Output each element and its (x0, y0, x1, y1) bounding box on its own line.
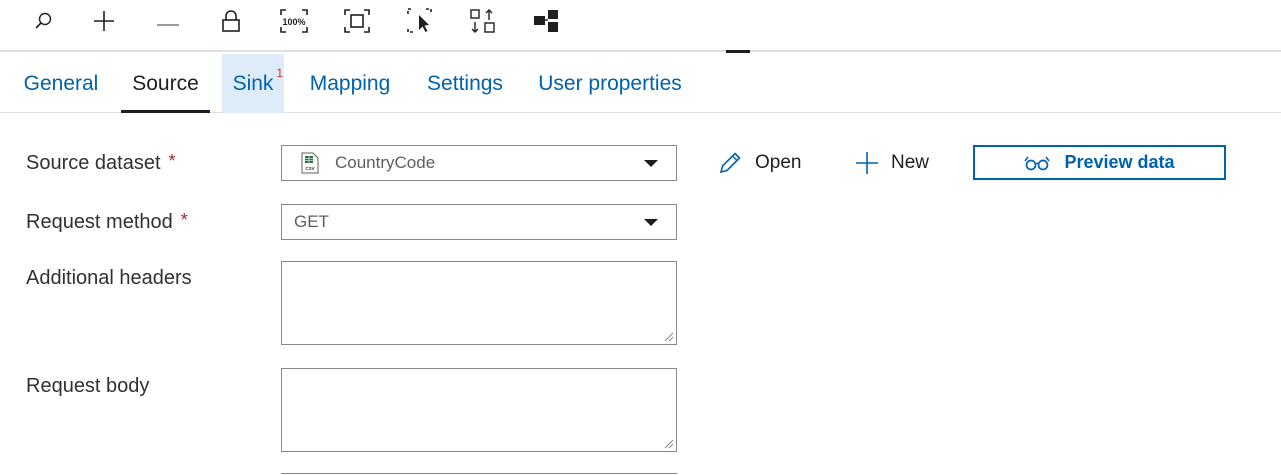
preview-data-label: Preview data (1064, 152, 1175, 172)
additional-headers-textarea[interactable] (281, 261, 677, 345)
panel-resize-handle[interactable] (726, 50, 750, 53)
tab-sink[interactable]: Sink 1 (222, 54, 284, 113)
tab-general-label: General (23, 71, 99, 95)
request-body-label: Request body (26, 375, 149, 398)
tab-sink-label: Sink (232, 71, 274, 95)
fit-to-window-icon[interactable] (342, 6, 372, 36)
request-method-value: GET (294, 212, 329, 231)
additional-headers-label: Additional headers (26, 267, 192, 290)
chevron-down-icon (644, 160, 658, 167)
error-count-badge: 1 (276, 66, 283, 80)
request-body-label-text: Request body (26, 375, 150, 397)
properties-tab-bar: General Source Sink 1 Mapping Settings U… (0, 54, 1281, 113)
lock-icon[interactable] (216, 6, 246, 36)
additional-headers-label-text: Additional headers (26, 267, 192, 289)
tab-mapping-label: Mapping (309, 71, 391, 95)
tab-general[interactable]: General (17, 54, 105, 113)
source-dataset-value: CountryCode (335, 153, 436, 172)
canvas-toolbar: 100% (0, 0, 1281, 52)
chevron-down-icon (644, 219, 658, 226)
layout-icon[interactable] (531, 6, 561, 36)
source-dataset-dropdown[interactable]: CSV CountryCode (281, 145, 677, 181)
source-dataset-label: Source dataset * (26, 151, 176, 175)
source-dataset-label-text: Source dataset (26, 152, 161, 174)
tab-user-properties[interactable]: User properties (530, 54, 690, 113)
search-icon[interactable] (28, 6, 58, 36)
preview-data-button[interactable]: Preview data (973, 145, 1226, 180)
new-dataset-button[interactable]: New (855, 145, 929, 181)
csv-icon-text: CSV (305, 166, 314, 171)
new-label: New (891, 152, 930, 173)
tab-source[interactable]: Source (121, 54, 210, 113)
required-marker: * (168, 151, 176, 171)
zoom-in-icon[interactable] (89, 6, 119, 36)
zoom-100-label: 100% (282, 17, 305, 27)
open-dataset-button[interactable]: Open (717, 145, 801, 181)
required-marker: * (180, 210, 188, 230)
tab-user-properties-label: User properties (538, 71, 682, 95)
zoom-out-icon[interactable] (153, 6, 183, 36)
resize-grip-icon[interactable] (664, 439, 674, 449)
select-icon[interactable] (405, 6, 435, 36)
csv-file-icon: CSV (301, 152, 319, 174)
plus-icon (856, 152, 878, 174)
glasses-icon (1024, 156, 1051, 170)
request-body-textarea[interactable] (281, 368, 677, 452)
tab-settings-label: Settings (427, 71, 503, 95)
request-method-dropdown[interactable]: GET (281, 204, 677, 240)
tab-settings[interactable]: Settings (418, 54, 512, 113)
tab-mapping[interactable]: Mapping (300, 54, 400, 113)
zoom-100-icon[interactable]: 100% (279, 6, 309, 36)
resize-grip-icon[interactable] (664, 332, 674, 342)
auto-align-icon[interactable] (468, 6, 498, 36)
request-method-label-text: Request method (26, 211, 173, 233)
open-label: Open (755, 152, 802, 173)
request-method-label: Request method * (26, 210, 188, 234)
tab-source-label: Source (132, 71, 199, 95)
pencil-icon (719, 152, 741, 174)
